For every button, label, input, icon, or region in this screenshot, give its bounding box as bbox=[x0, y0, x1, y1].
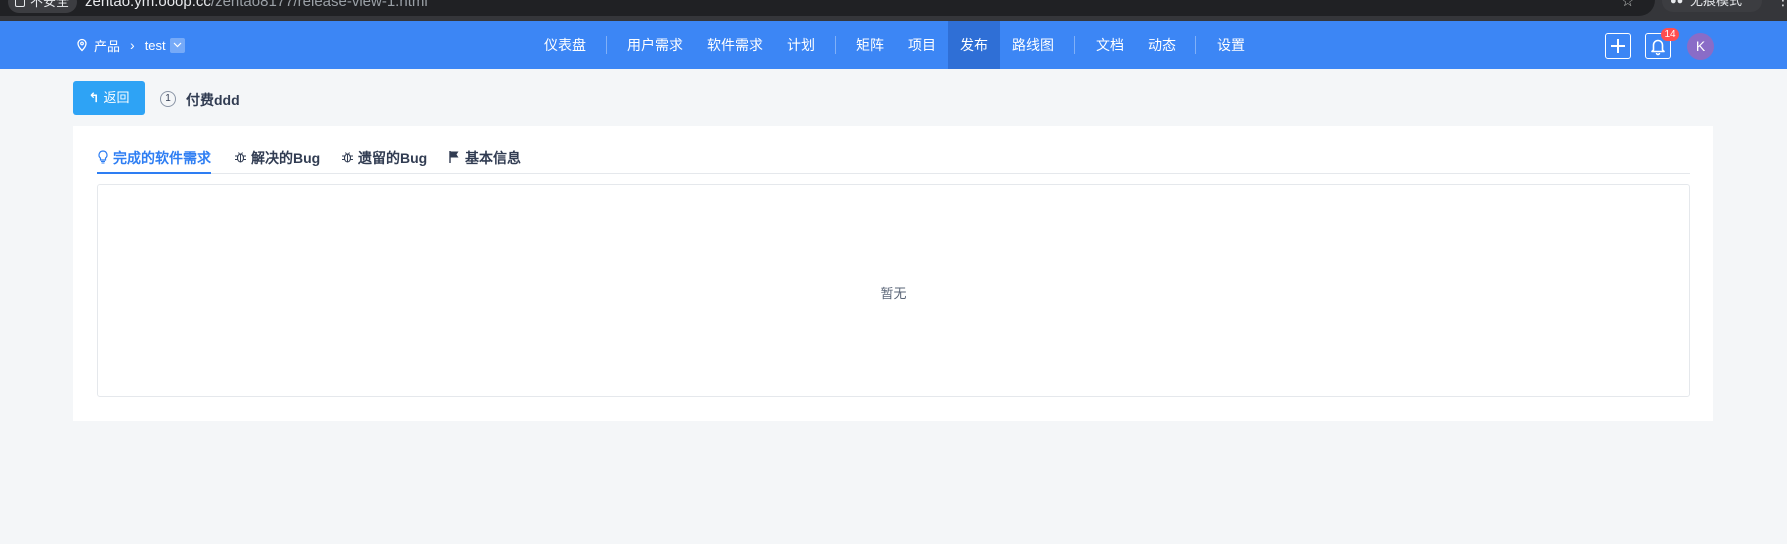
tab-resolved-bugs[interactable]: 解决的Bug bbox=[234, 148, 320, 174]
lock-icon bbox=[15, 0, 25, 7]
nav-divider bbox=[1195, 36, 1196, 54]
incognito-label: 无痕模式 bbox=[1690, 0, 1743, 8]
tab-label: 遗留的Bug bbox=[358, 150, 428, 166]
release-id-badge: 1 bbox=[160, 91, 176, 107]
tab-basic-info[interactable]: 基本信息 bbox=[448, 148, 521, 174]
browser-chrome: 不安全 zentao.ym.ooop.cc/zentao8177/release… bbox=[0, 0, 1787, 21]
nav-divider bbox=[606, 36, 607, 54]
notification-count-badge: 14 bbox=[1661, 28, 1679, 41]
flag-icon bbox=[449, 151, 459, 163]
nav-roadmap[interactable]: 路线图 bbox=[1005, 21, 1061, 69]
back-button[interactable]: ↰ 返回 bbox=[73, 81, 145, 115]
chevron-right-icon: › bbox=[130, 37, 135, 53]
back-arrow-icon: ↰ bbox=[88, 90, 100, 105]
tab-label: 解决的Bug bbox=[251, 150, 321, 166]
breadcrumb: 产品 › test bbox=[75, 21, 185, 69]
tab-label: 基本信息 bbox=[465, 150, 521, 166]
empty-content-area: 暂无 bbox=[97, 184, 1690, 397]
nav-user-requirements[interactable]: 用户需求 bbox=[618, 21, 692, 69]
nav-docs[interactable]: 文档 bbox=[1089, 21, 1131, 69]
bookmark-star-icon[interactable]: ☆ bbox=[1621, 0, 1634, 9]
create-button[interactable] bbox=[1605, 33, 1631, 59]
nav-divider bbox=[835, 36, 836, 54]
tab-label: 完成的软件需求 bbox=[113, 150, 211, 166]
nav-divider bbox=[1074, 36, 1075, 54]
plus-icon bbox=[1611, 39, 1625, 53]
map-pin-icon bbox=[77, 38, 87, 52]
breadcrumb-product[interactable]: test bbox=[145, 38, 166, 53]
incognito-icon: ●● bbox=[1670, 0, 1684, 7]
release-title: 付费ddd bbox=[186, 92, 240, 108]
nav-project[interactable]: 项目 bbox=[902, 21, 942, 69]
nav-settings[interactable]: 设置 bbox=[1210, 21, 1252, 69]
nav-software-requirements[interactable]: 软件需求 bbox=[697, 21, 773, 69]
incognito-indicator[interactable]: ●● 无痕模式 bbox=[1662, 0, 1762, 12]
empty-state-text: 暂无 bbox=[880, 286, 907, 301]
browser-menu-icon[interactable]: ⋮ bbox=[1776, 0, 1787, 9]
bug-icon bbox=[342, 152, 353, 163]
tab-finished-stories[interactable]: 完成的软件需求 bbox=[97, 148, 211, 174]
url-host: zentao.ym.ooop.cc bbox=[85, 0, 211, 10]
nav-plan[interactable]: 计划 bbox=[780, 21, 822, 69]
nav-release[interactable]: 发布 bbox=[948, 21, 1000, 69]
url-text[interactable]: zentao.ym.ooop.cc/zentao8177/release-vie… bbox=[85, 0, 428, 11]
back-button-label: 返回 bbox=[103, 90, 130, 105]
tabs-divider bbox=[97, 173, 1690, 174]
user-avatar[interactable]: K bbox=[1687, 33, 1714, 60]
chevron-down-icon bbox=[173, 42, 182, 48]
security-indicator[interactable]: 不安全 bbox=[8, 0, 78, 13]
bug-icon bbox=[235, 152, 246, 163]
lightbulb-icon bbox=[98, 150, 108, 164]
tab-remaining-bugs[interactable]: 遗留的Bug bbox=[341, 148, 427, 174]
product-dropdown-button[interactable] bbox=[169, 37, 185, 53]
breadcrumb-section[interactable]: 产品 bbox=[94, 36, 120, 55]
nav-matrix[interactable]: 矩阵 bbox=[850, 21, 890, 69]
nav-activity[interactable]: 动态 bbox=[1141, 21, 1183, 69]
url-path: /zentao8177/release-view-1.html bbox=[210, 0, 428, 10]
nav-dashboard[interactable]: 仪表盘 bbox=[534, 21, 596, 69]
security-label: 不安全 bbox=[30, 0, 70, 9]
top-navbar: 产品 › test 仪表盘 用户需求 软件需求 计划 矩阵 项目 发布 路线图 … bbox=[0, 21, 1787, 69]
